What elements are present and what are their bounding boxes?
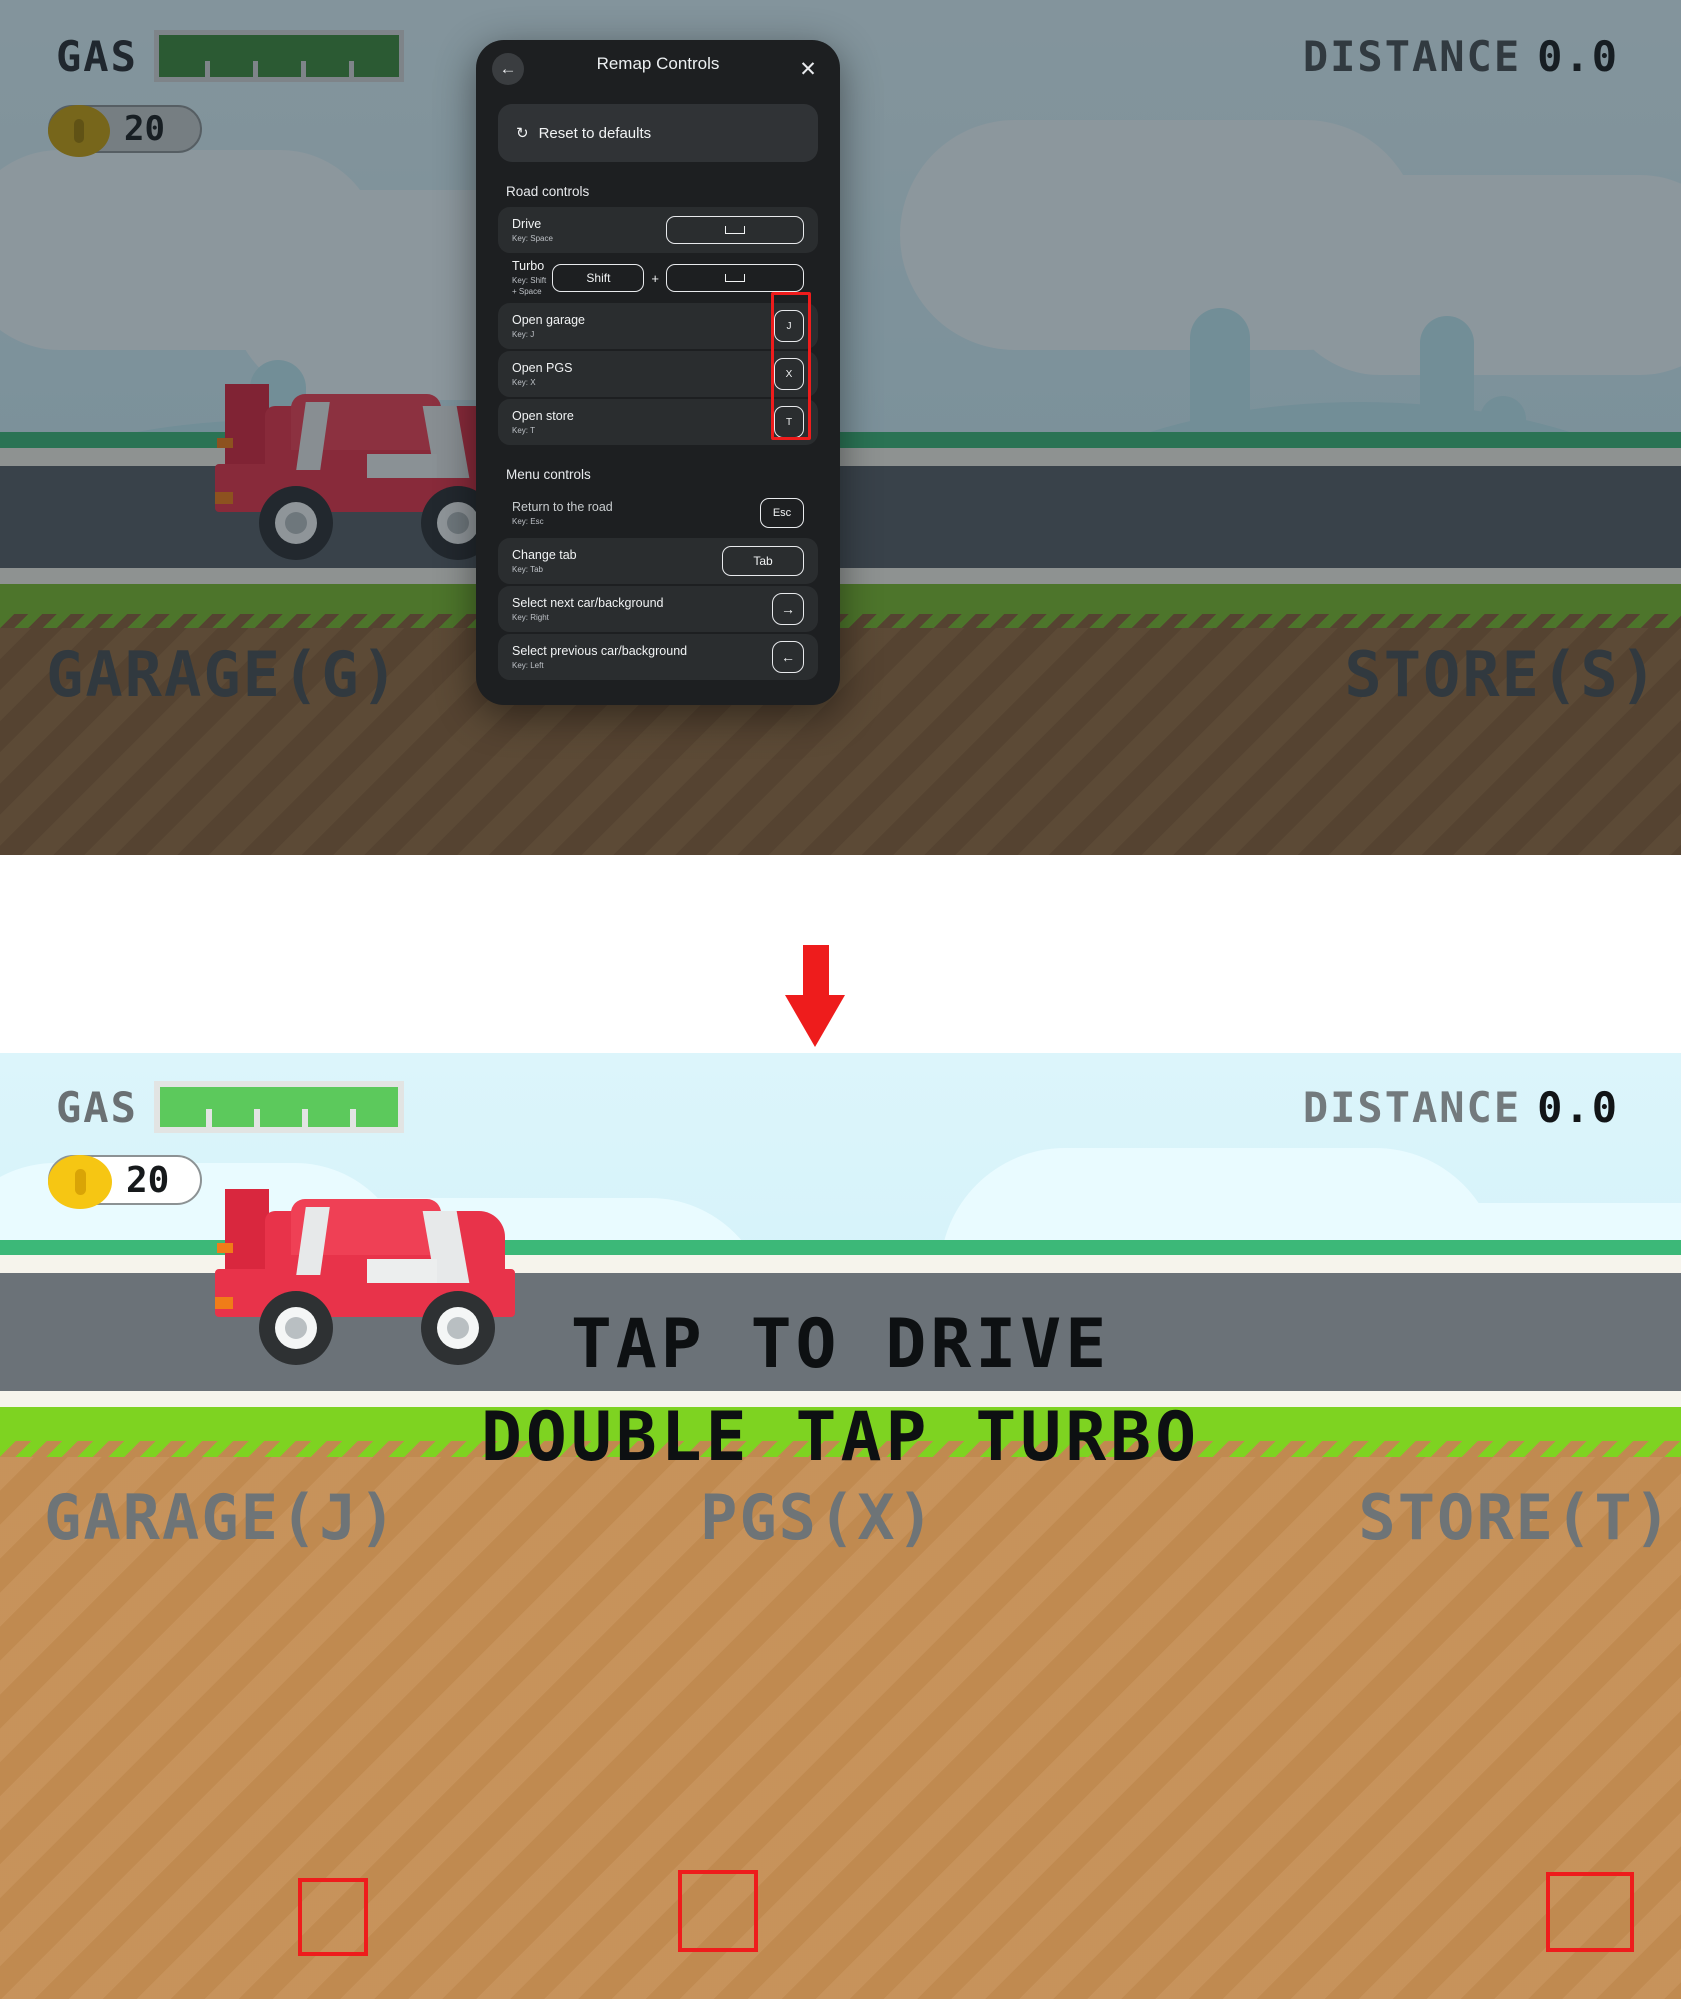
key-j[interactable]: J <box>774 310 804 342</box>
coin-icon <box>48 1155 112 1209</box>
control-name: Open store <box>512 408 574 423</box>
modal-dim-overlay <box>0 0 1681 855</box>
coin-slot <box>74 1169 86 1195</box>
spacebar-icon <box>725 226 745 234</box>
reset-icon: ↻ <box>516 125 529 142</box>
car-door-stripe <box>367 1259 437 1283</box>
control-name: Open garage <box>512 312 585 327</box>
distance-value: 0.0 <box>1537 1083 1619 1132</box>
control-name: Open PGS <box>512 360 573 375</box>
control-key: Key: J <box>512 329 535 339</box>
tap-hint-line-1-main: TAP TO DRIVE <box>570 1305 1111 1384</box>
reset-to-defaults-button[interactable]: ↻ Reset to defaults <box>498 104 818 162</box>
key-esc[interactable]: Esc <box>760 498 804 528</box>
key-t[interactable]: T <box>774 406 804 438</box>
control-name: Select next car/background <box>512 595 664 610</box>
control-key: Key: Esc <box>512 516 544 526</box>
gas-bar-fill <box>160 1087 398 1127</box>
control-name: Change tab <box>512 547 577 562</box>
gas-label: GAS <box>56 1083 138 1132</box>
control-row-open-store[interactable]: Open store Key: T T <box>498 399 818 445</box>
key-space[interactable] <box>666 216 804 244</box>
control-key: Key: X <box>512 377 536 387</box>
control-row-select-next[interactable]: Select next car/background Key: Right → <box>498 586 818 632</box>
section-title-menu: Menu controls <box>506 467 591 482</box>
control-name: Turbo <box>512 259 545 273</box>
key-shift[interactable]: Shift <box>552 264 645 292</box>
screenshot-root: GAS DISTANCE 0.0 20 TAP TO DRIVE DOUBLE T… <box>0 0 1681 1999</box>
control-row-open-garage[interactable]: Open garage Key: J J <box>498 303 818 349</box>
nav-label-store-after[interactable]: STORE(T) <box>1358 1481 1673 1554</box>
key-space[interactable] <box>666 264 804 292</box>
close-icon[interactable]: ✕ <box>792 53 824 85</box>
gas-tick <box>206 1109 212 1127</box>
control-key: Key: T <box>512 425 535 435</box>
game-scene-after: GAS DISTANCE 0.0 20 TAP TO DRIVE DOUBLE T… <box>0 1053 1681 1999</box>
section-title-road: Road controls <box>506 184 590 199</box>
reset-label: Reset to defaults <box>538 124 652 142</box>
nav-label-pgs-after[interactable]: PGS(X) <box>700 1481 936 1554</box>
control-row-change-tab[interactable]: Change tab Key: Tab Tab <box>498 538 818 584</box>
spacebar-icon <box>725 274 745 282</box>
coin-counter: 20 <box>48 1155 202 1209</box>
control-key: Key: Shift + Space <box>512 276 547 296</box>
down-arrow-annotation <box>785 945 845 1047</box>
control-key: Key: Left <box>512 660 544 670</box>
control-row-turbo[interactable]: Turbo Key: Shift + Space Shift + <box>498 255 818 301</box>
arrow-head <box>785 995 845 1047</box>
control-key: Key: Right <box>512 612 549 622</box>
arrow-right-icon[interactable]: → <box>772 593 804 625</box>
annotation-box-pgs-key <box>678 1870 758 1952</box>
distance-readout: DISTANCE 0.0 <box>1303 1083 1619 1132</box>
coin-amount: 20 <box>126 1159 170 1201</box>
key-tab[interactable]: Tab <box>722 546 804 576</box>
gas-tick <box>254 1109 260 1127</box>
control-row-return-to-road[interactable]: Return to the road Key: Esc Esc <box>498 490 818 536</box>
remap-controls-modal: ← Remap Controls ✕ ↻ Reset to defaults R… <box>476 40 840 705</box>
arrow-left-icon[interactable]: ← <box>772 641 804 673</box>
control-row-drive[interactable]: Drive Key: Space <box>498 207 818 253</box>
gas-tick <box>350 1109 356 1127</box>
game-scene-before: GAS DISTANCE0.0 20 TAP TO DRIVE DOUBLE T… <box>0 0 1681 855</box>
control-name: Select previous car/background <box>512 643 688 658</box>
key-x[interactable]: X <box>774 358 804 390</box>
distance-label: DISTANCE <box>1302 1083 1522 1132</box>
control-row-select-previous[interactable]: Select previous car/background Key: Left… <box>498 634 818 680</box>
gas-bar <box>154 1081 404 1133</box>
nav-label-garage-after[interactable]: GARAGE(J) <box>44 1481 398 1554</box>
modal-header: ← Remap Controls ✕ <box>476 40 840 98</box>
control-name: Return to the road <box>512 499 613 514</box>
control-row-open-pgs[interactable]: Open PGS Key: X X <box>498 351 818 397</box>
control-name: Drive <box>512 216 542 231</box>
annotation-box-garage-key <box>298 1878 368 1956</box>
modal-title: Remap Controls <box>596 54 720 73</box>
tap-hint-line-2-main: DOUBLE TAP TURBO <box>480 1398 1201 1477</box>
annotation-box-store-key <box>1546 1872 1634 1952</box>
car-taillight <box>217 1243 233 1253</box>
control-key: Key: Tab <box>512 564 543 574</box>
key-combo-plus: + <box>651 270 659 286</box>
control-key: Key: Space <box>512 233 553 243</box>
gas-tick <box>302 1109 308 1127</box>
